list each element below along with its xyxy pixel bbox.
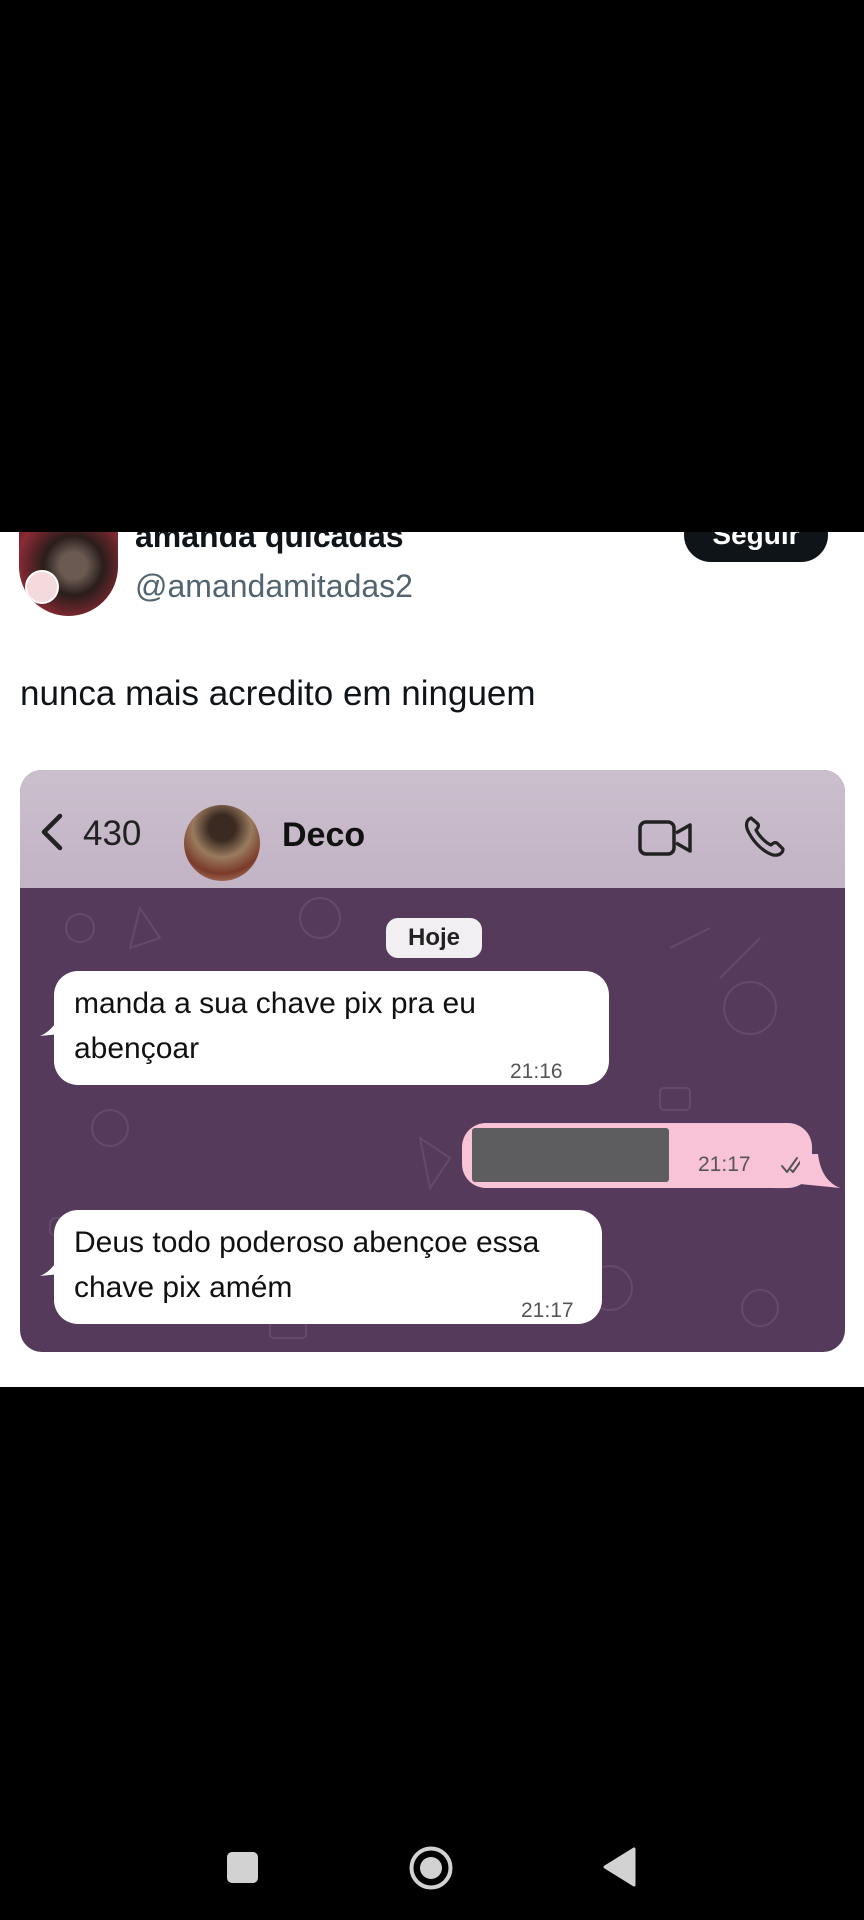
phone-icon[interactable] xyxy=(742,814,786,858)
contact-name[interactable]: Deco xyxy=(282,816,365,855)
square-nav-icon[interactable] xyxy=(227,1852,258,1883)
tweet-media-screenshot[interactable]: 430 Deco Hoje manda a sua chave pix pra … xyxy=(20,770,845,1352)
message-text-line: manda a sua chave pix pra eu xyxy=(74,987,476,1020)
message-time: 21:16 xyxy=(510,1060,563,1083)
contact-avatar[interactable] xyxy=(184,805,260,881)
circle-home-icon[interactable] xyxy=(408,1845,454,1891)
message-time: 21:17 xyxy=(698,1153,751,1176)
tweet-text: nunca mais acredito em ninguem xyxy=(20,674,536,713)
author-avatar[interactable] xyxy=(19,532,118,616)
video-camera-icon[interactable] xyxy=(638,818,692,858)
author-handle[interactable]: @amandamitadas2 xyxy=(135,568,413,605)
message-bubble-outgoing[interactable]: 21:17 xyxy=(462,1123,812,1188)
triangle-back-icon[interactable] xyxy=(602,1846,636,1888)
tweet-card: amanda quicadas @amandamitadas2 Seguir n… xyxy=(0,532,864,1387)
message-time: 21:17 xyxy=(521,1299,574,1322)
date-divider: Hoje xyxy=(386,918,482,958)
message-text-line: chave pix amém xyxy=(74,1271,293,1304)
follow-button[interactable]: Seguir xyxy=(684,532,828,562)
author-display-name[interactable]: amanda quicadas xyxy=(135,532,404,555)
redacted-message xyxy=(472,1128,669,1182)
unread-count[interactable]: 430 xyxy=(83,814,141,854)
avatar-sticker xyxy=(25,570,59,604)
message-bubble-incoming[interactable]: manda a sua chave pix pra eu abençoar 21… xyxy=(54,971,609,1085)
bubble-tail xyxy=(800,1154,840,1188)
message-text-line: Deus todo poderoso abençoe essa xyxy=(74,1226,540,1259)
chevron-left-icon[interactable] xyxy=(36,812,68,852)
message-bubble-incoming[interactable]: Deus todo poderoso abençoe essa chave pi… xyxy=(54,1210,602,1324)
message-text-line: abençoar xyxy=(74,1032,200,1065)
chat-header: 430 Deco xyxy=(20,770,845,888)
